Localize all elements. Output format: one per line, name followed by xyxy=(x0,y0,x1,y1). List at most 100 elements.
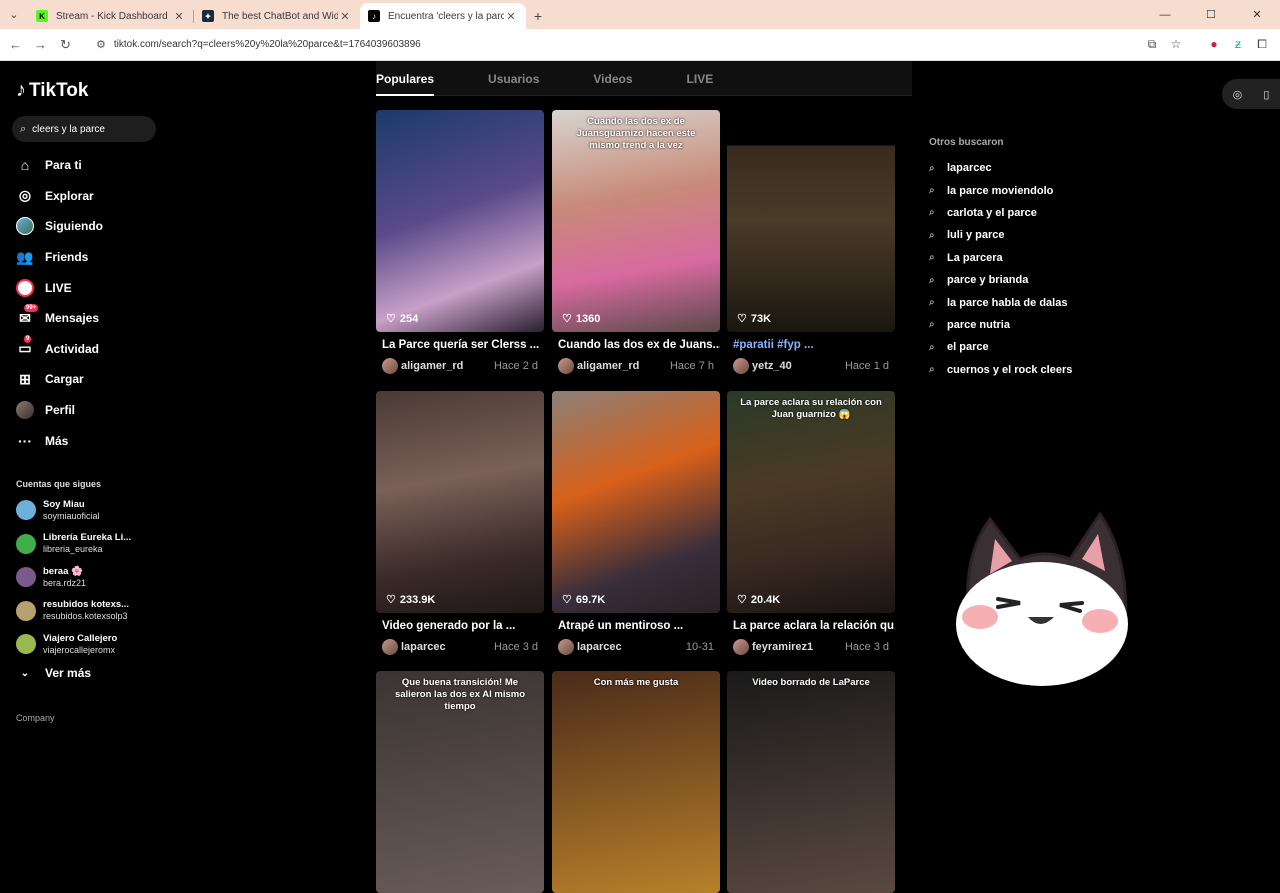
nav-item-siguiendo[interactable]: Siguiendo xyxy=(0,211,170,242)
nav-item-cargar[interactable]: ⊞ Cargar xyxy=(0,364,170,395)
video-thumbnail[interactable]: ♡ 254 xyxy=(376,110,544,332)
video-card[interactable]: ♡ 233.9K Video generado por la ... laparcec… xyxy=(376,391,544,655)
close-tab-icon[interactable]: ✕ xyxy=(504,10,518,23)
install-app-icon[interactable]: ⧉ xyxy=(1140,37,1164,52)
followed-account[interactable]: Librería Eureka Li... libreria_eureka xyxy=(16,529,166,559)
avatar[interactable] xyxy=(558,358,574,374)
heart-icon: ♡ xyxy=(386,594,396,606)
tab-populares[interactable]: Populares xyxy=(376,61,435,96)
browser-tab-chatbot[interactable]: ✦ The best ChatBot and Widgets ✕ xyxy=(194,3,360,29)
related-search-item[interactable]: ⌕ La parcera xyxy=(929,247,1179,269)
close-tab-icon[interactable]: ✕ xyxy=(172,10,186,23)
video-thumbnail[interactable]: Con más me gusta xyxy=(552,671,720,893)
video-card[interactable]: ♡ 254 La Parce quería ser Clerss ... aligam… xyxy=(376,110,544,374)
tab-usuarios[interactable]: Usuarios xyxy=(488,61,539,96)
video-thumbnail[interactable]: Video borrado de LaParce xyxy=(727,671,895,893)
url-field[interactable]: ⚙ tiktok.com/search?q=cleers%20y%20la%20… xyxy=(86,33,1126,57)
video-title[interactable]: Video generado por la ... xyxy=(376,620,544,634)
video-author[interactable]: laparcec xyxy=(401,641,446,653)
video-author[interactable]: feyramirez1 xyxy=(752,641,813,653)
related-search-item[interactable]: ⌕ luli y parce xyxy=(929,224,1179,246)
avatar[interactable] xyxy=(733,358,749,374)
video-author[interactable]: aligamer_rd xyxy=(401,360,463,372)
avatar[interactable] xyxy=(382,358,398,374)
back-icon[interactable]: ← xyxy=(3,37,28,52)
search-input[interactable] xyxy=(32,123,143,135)
bookmark-star-icon[interactable]: ☆ xyxy=(1164,37,1188,52)
video-author[interactable]: laparcec xyxy=(577,641,622,653)
video-meta: aligamer_rd Hace 2 d xyxy=(376,358,544,374)
like-count: ♡ 73K xyxy=(737,312,771,326)
related-search-item[interactable]: ⌕ laparcec xyxy=(929,157,1179,179)
related-search-item[interactable]: ⌕ la parce moviendolo xyxy=(929,179,1179,201)
followed-account[interactable]: Soy Miau soymiauoficial xyxy=(16,495,166,525)
avatar[interactable] xyxy=(382,639,398,655)
related-search-item[interactable]: ⌕ parce y brianda xyxy=(929,269,1179,291)
close-window-icon[interactable]: ✕ xyxy=(1234,8,1280,21)
nav-item-más[interactable]: ··· Más xyxy=(0,425,170,456)
extensions-puzzle-icon[interactable]: ⧠ xyxy=(1250,37,1274,52)
device-icon[interactable]: ▯ xyxy=(1263,88,1269,101)
video-title[interactable]: La parce aclara la relación qu... xyxy=(727,620,895,634)
followed-account[interactable]: Viajero Callejero viajerocallejeromx xyxy=(16,629,166,659)
company-link[interactable]: Company xyxy=(16,713,55,723)
followed-account[interactable]: resubidos kotexs... resubidos.kotexsolp3 xyxy=(16,596,166,626)
maximize-icon[interactable]: ☐ xyxy=(1188,8,1234,21)
account-handle: viajerocallejeromx xyxy=(43,644,116,655)
video-thumbnail[interactable]: La parce aclara su relación con Juan gua… xyxy=(727,391,895,613)
minimize-icon[interactable]: — xyxy=(1142,9,1188,21)
video-card[interactable]: Que buena transición! Me salieron las do… xyxy=(376,671,544,893)
avatar[interactable] xyxy=(733,639,749,655)
video-card[interactable]: ♡ 69.7K Atrapé un mentiroso ... laparcec 10-… xyxy=(552,391,720,655)
video-title[interactable]: La Parce quería ser Clerss ... xyxy=(376,339,544,353)
video-thumbnail[interactable]: ♡ 73K xyxy=(727,110,895,332)
nav-item-explorar[interactable]: ◎ Explorar xyxy=(0,181,170,212)
extension-red-icon[interactable]: ● xyxy=(1202,37,1226,52)
video-card[interactable]: Video borrado de LaParce xyxy=(727,671,895,893)
related-searches: Otros buscaron ⌕ laparcec ⌕ la parce movien… xyxy=(929,137,1179,381)
video-thumbnail[interactable]: ♡ 69.7K xyxy=(552,391,720,613)
video-thumbnail[interactable]: Que buena transición! Me salieron las do… xyxy=(376,671,544,893)
browser-tab-tiktok[interactable]: ♪ Encuentra 'cleers y la parce' en ✕ xyxy=(360,3,526,29)
tab-videos[interactable]: Videos xyxy=(593,61,632,96)
video-card[interactable]: La parce aclara su relación con Juan gua… xyxy=(727,391,895,655)
tab-live[interactable]: LIVE xyxy=(687,61,714,96)
related-searches-header: Otros buscaron xyxy=(929,137,1004,148)
nav-item-friends[interactable]: 👥 Friends xyxy=(0,242,170,273)
like-count-value: 254 xyxy=(399,312,419,325)
extension-teal-icon[interactable]: ƶ xyxy=(1226,37,1250,52)
reload-icon[interactable]: ↻ xyxy=(53,37,78,53)
video-card[interactable]: ♡ 73K #paratii #fyp ... yetz_40 Hace 1 d xyxy=(727,110,895,374)
nav-item-actividad[interactable]: ▭ 9 Actividad xyxy=(0,334,170,365)
video-author[interactable]: yetz_40 xyxy=(752,360,792,372)
video-card[interactable]: Cuando las dos ex de Juansguarnizo hacen… xyxy=(552,110,720,374)
site-info-icon[interactable]: ⚙ xyxy=(96,38,106,51)
nav-item-perfil[interactable]: Perfil xyxy=(0,395,170,426)
nav-item-para-ti[interactable]: ⌂ Para ti xyxy=(0,150,170,181)
search-box[interactable]: ⌕ xyxy=(12,116,156,142)
nav-item-mensajes[interactable]: ✉ 99+ Mensajes xyxy=(0,303,170,334)
avatar[interactable] xyxy=(558,639,574,655)
video-title[interactable]: Cuando las dos ex de Juans... xyxy=(552,339,720,353)
see-more-button[interactable]: ⌄ Ver más xyxy=(16,666,91,680)
followed-account[interactable]: beraa 🌸 bera.rdz21 xyxy=(16,562,166,592)
close-tab-icon[interactable]: ✕ xyxy=(338,10,352,23)
tab-search-button[interactable]: ⌄ xyxy=(0,0,28,29)
video-title[interactable]: Atrapé un mentiroso ... xyxy=(552,620,720,634)
related-search-item[interactable]: ⌕ el parce xyxy=(929,336,1179,358)
video-title[interactable]: #paratii #fyp ... xyxy=(727,339,895,353)
video-thumbnail[interactable]: ♡ 233.9K xyxy=(376,391,544,613)
compass-icon[interactable]: ◎ xyxy=(1233,88,1243,101)
video-card[interactable]: Con más me gusta xyxy=(552,671,720,893)
browser-tab-kick[interactable]: K Stream - Kick Dashboard ✕ xyxy=(28,3,194,29)
video-author[interactable]: aligamer_rd xyxy=(577,360,639,372)
related-search-item[interactable]: ⌕ la parce habla de dalas xyxy=(929,291,1179,313)
new-tab-button[interactable]: + xyxy=(526,3,550,29)
tiktok-logo[interactable]: ♪ TikTok xyxy=(16,79,88,102)
nav-item-live[interactable]: LIVE xyxy=(0,272,170,303)
forward-icon[interactable]: → xyxy=(28,37,53,52)
related-search-item[interactable]: ⌕ carlota y el parce xyxy=(929,202,1179,224)
video-thumbnail[interactable]: Cuando las dos ex de Juansguarnizo hacen… xyxy=(552,110,720,332)
related-search-item[interactable]: ⌕ parce nutria xyxy=(929,314,1179,336)
related-search-item[interactable]: ⌕ cuernos y el rock cleers xyxy=(929,359,1179,381)
